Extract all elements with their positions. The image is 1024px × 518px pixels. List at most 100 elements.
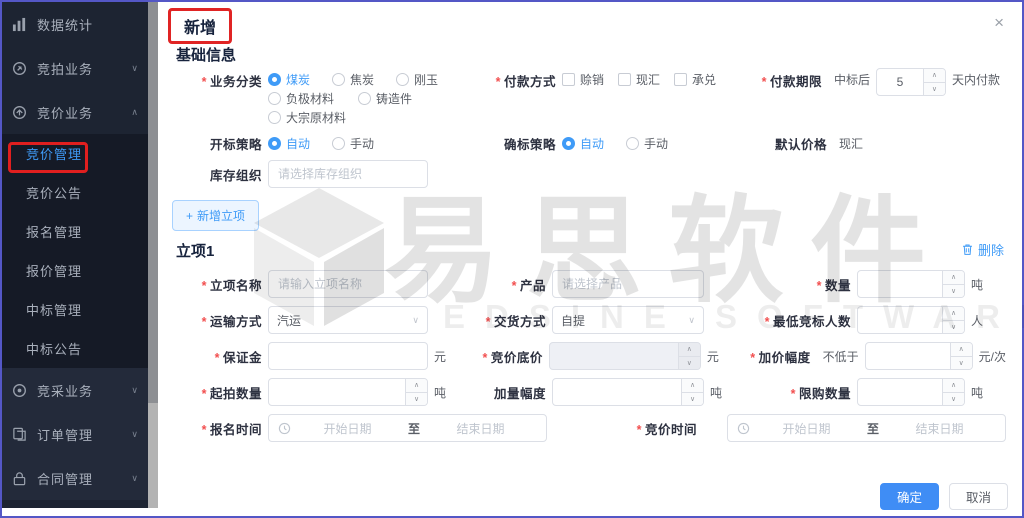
radio-option-bulk-raw-material[interactable]: 大宗原材料: [268, 109, 358, 126]
stepper[interactable]: ∧∨: [942, 307, 964, 333]
quantity-increment-input[interactable]: ∧∨: [552, 378, 704, 406]
project-name-input[interactable]: [268, 270, 428, 298]
increment-icon[interactable]: ∧: [943, 379, 964, 393]
radio-option-coal[interactable]: 煤炭: [268, 71, 332, 88]
trash-icon: [961, 243, 974, 256]
radio-option-anode-material[interactable]: 负极材料: [268, 90, 358, 107]
add-project-button[interactable]: + 新增立项: [172, 200, 259, 231]
sidebar-item-data-statistics[interactable]: 数据统计: [2, 2, 148, 46]
start-date-placeholder[interactable]: 开始日期: [750, 420, 863, 437]
increment-icon[interactable]: ∧: [924, 69, 945, 83]
quantity-input[interactable]: ∧∨: [857, 270, 965, 298]
close-icon[interactable]: ×: [994, 14, 1004, 31]
radio-option-corundum[interactable]: 刚玉: [396, 71, 460, 88]
confirm-button[interactable]: 确定: [880, 483, 939, 510]
payment-deadline-label: 付款期限: [736, 66, 822, 90]
radio-option-coke[interactable]: 焦炭: [332, 71, 396, 88]
checkbox-acceptance[interactable]: 承兑: [674, 71, 716, 88]
radio-open-auto[interactable]: 自动: [268, 135, 332, 152]
bid-increment-input[interactable]: ∧∨: [865, 342, 973, 370]
increment-icon[interactable]: ∧: [682, 379, 703, 393]
sidebar-item-winning-bid-management[interactable]: 中标管理: [2, 290, 148, 329]
vertical-scrollbar[interactable]: [148, 2, 158, 516]
range-separator: 至: [404, 420, 424, 437]
radio-icon: [332, 73, 345, 86]
bidding-time-range-picker[interactable]: 开始日期 至 结束日期: [727, 414, 1006, 442]
min-bidders-value[interactable]: [858, 307, 942, 333]
increment-icon[interactable]: ∧: [406, 379, 427, 393]
sidebar-item-procurement-business[interactable]: 竞采业务 ∨: [2, 368, 148, 412]
radio-option-castings[interactable]: 铸造件: [358, 90, 448, 107]
stepper[interactable]: ∧∨: [681, 379, 703, 405]
sidebar-item-contract-management[interactable]: 合同管理 ∨: [2, 456, 148, 500]
delivery-select[interactable]: 自提∨: [552, 306, 704, 334]
payment-deadline-prefix: 中标后: [834, 66, 870, 88]
decrement-icon[interactable]: ∨: [682, 393, 703, 406]
sidebar-item-label: 中标管理: [26, 300, 82, 319]
end-date-placeholder[interactable]: 结束日期: [883, 420, 996, 437]
stepper[interactable]: ∧∨: [942, 379, 964, 405]
sidebar-item-quote-management[interactable]: 报价管理: [2, 251, 148, 290]
end-date-placeholder[interactable]: 结束日期: [424, 420, 537, 437]
sidebar-item-bidding-business[interactable]: 竞价业务 ∧: [2, 90, 148, 134]
purchase-limit-unit: 吨: [971, 384, 983, 401]
min-bidders-input[interactable]: ∧∨: [857, 306, 965, 334]
decrement-icon[interactable]: ∨: [951, 357, 972, 370]
radio-icon: [332, 137, 345, 150]
decrement-icon[interactable]: ∨: [943, 285, 964, 298]
annotation-box-title: 新增: [168, 8, 232, 44]
increment-icon: ∧: [679, 343, 700, 357]
sidebar-item-registration-management[interactable]: 报名管理: [2, 212, 148, 251]
sidebar-item-auction-business[interactable]: 竞拍业务 ∨: [2, 46, 148, 90]
sidebar-item-bidding-announcement[interactable]: 竞价公告: [2, 173, 148, 212]
start-quantity-input[interactable]: ∧∨: [268, 378, 428, 406]
radio-confirm-manual[interactable]: 手动: [626, 135, 690, 152]
quantity-increment-value[interactable]: [553, 379, 681, 405]
payment-method-checkbox-group: 赊销 现汇 承兑: [562, 66, 730, 88]
increment-icon[interactable]: ∧: [951, 343, 972, 357]
sidebar-item-order-management[interactable]: 订单管理 ∨: [2, 412, 148, 456]
business-category-label: 业务分类: [176, 66, 262, 90]
checkbox-credit-sale[interactable]: 赊销: [562, 71, 604, 88]
stepper[interactable]: ∧∨: [923, 69, 945, 95]
deposit-input[interactable]: [268, 342, 428, 370]
quantity-value[interactable]: [858, 271, 942, 297]
checkbox-cash[interactable]: 现汇: [618, 71, 660, 88]
range-separator: 至: [863, 420, 883, 437]
bid-increment-value[interactable]: [866, 343, 950, 369]
decrement-icon[interactable]: ∨: [943, 321, 964, 334]
project-heading: 立项1: [176, 240, 214, 261]
decrement-icon[interactable]: ∨: [943, 393, 964, 406]
signup-time-range-picker[interactable]: 开始日期 至 结束日期: [268, 414, 547, 442]
product-input[interactable]: [552, 270, 704, 298]
radio-selected-icon: [268, 137, 281, 150]
sidebar-item-label: 竞价管理: [26, 144, 82, 163]
stepper[interactable]: ∧∨: [950, 343, 972, 369]
stepper[interactable]: ∧∨: [405, 379, 427, 405]
floor-price-label: 竞价底价: [455, 347, 543, 366]
stepper[interactable]: ∧∨: [942, 271, 964, 297]
cancel-button[interactable]: 取消: [949, 483, 1008, 510]
payment-deadline-value[interactable]: [877, 69, 923, 95]
purchase-limit-input[interactable]: ∧∨: [857, 378, 965, 406]
increment-icon[interactable]: ∧: [943, 271, 964, 285]
floor-price-value: [550, 343, 678, 369]
project-name-label: 立项名称: [176, 275, 262, 294]
delete-project-button[interactable]: 删除: [961, 240, 1004, 259]
decrement-icon[interactable]: ∨: [924, 83, 945, 96]
radio-confirm-auto[interactable]: 自动: [562, 135, 626, 152]
start-date-placeholder[interactable]: 开始日期: [291, 420, 404, 437]
bid-increment-prefix: 不低于: [823, 348, 859, 365]
start-quantity-value[interactable]: [269, 379, 405, 405]
payment-deadline-input[interactable]: ∧∨: [876, 68, 946, 96]
scrollbar-thumb[interactable]: [148, 2, 158, 403]
transport-select[interactable]: 汽运∨: [268, 306, 428, 334]
purchase-limit-value[interactable]: [858, 379, 942, 405]
increment-icon[interactable]: ∧: [943, 307, 964, 321]
radio-open-manual[interactable]: 手动: [332, 135, 396, 152]
decrement-icon[interactable]: ∨: [406, 393, 427, 406]
sidebar-item-bidding-management[interactable]: 竞价管理: [2, 134, 148, 173]
inventory-org-input[interactable]: [268, 160, 428, 188]
new-record-dialog: 新增 × 基础信息 业务分类 煤炭 焦炭 刚玉 负极材料 铸造件: [158, 2, 1022, 516]
sidebar-item-winning-bid-announcement[interactable]: 中标公告: [2, 329, 148, 368]
